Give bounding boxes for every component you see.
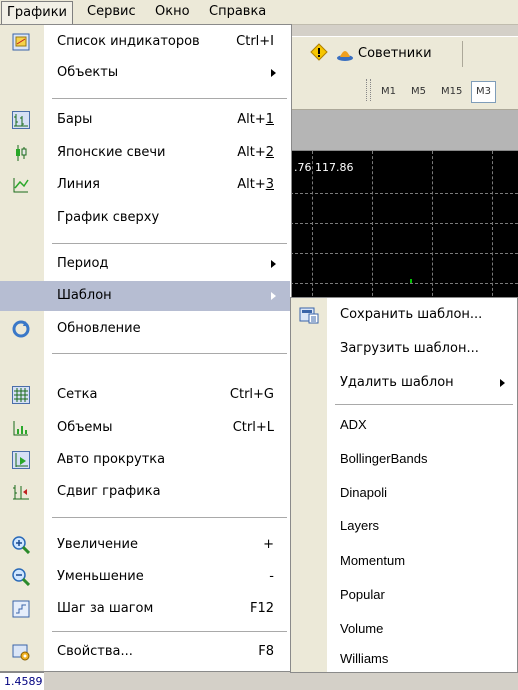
- volumes-icon: [12, 419, 30, 437]
- menu-item-template[interactable]: Шаблон: [0, 281, 290, 311]
- experts-button[interactable]: Советники: [336, 43, 456, 65]
- menu-item-properties[interactable]: Свойства... F8: [0, 637, 290, 667]
- grid-icon: [12, 386, 30, 404]
- chart-tick: [410, 279, 412, 283]
- menu-separator: [52, 631, 287, 632]
- menu-item-autoscroll[interactable]: Авто прокрутка: [0, 445, 290, 475]
- properties-icon: [12, 643, 30, 661]
- menu-charts[interactable]: Графики: [1, 1, 74, 25]
- warning-icon[interactable]: [310, 43, 328, 65]
- chart-shift-icon: [12, 483, 30, 501]
- menu-item-objects[interactable]: Объекты: [0, 58, 290, 88]
- expert-hat-icon: [337, 51, 353, 61]
- autoscroll-icon: [12, 451, 30, 469]
- menu-item-chart-shift[interactable]: Сдвиг графика: [0, 477, 290, 507]
- menu-separator: [52, 98, 287, 99]
- chart-price-labels: .76 117.86: [294, 161, 354, 174]
- period-m15[interactable]: M15: [436, 81, 467, 103]
- submenu-arrow-icon: [271, 292, 276, 300]
- candles-icon: [12, 144, 30, 162]
- chart-window-title: [290, 110, 518, 151]
- bars-icon: [12, 111, 30, 129]
- menu-separator: [52, 517, 287, 518]
- menu-item-period[interactable]: Период: [0, 249, 290, 279]
- charts-menu: Список индикаторов Ctrl+I Объекты Бары A…: [0, 24, 292, 672]
- period-m5[interactable]: M5: [406, 81, 431, 103]
- main-toolbar: Советники: [290, 36, 518, 72]
- template-item[interactable]: Layers: [291, 511, 517, 541]
- period-m30[interactable]: M3: [471, 81, 496, 103]
- menu-item-candles[interactable]: Японские свечи Alt+2: [0, 138, 290, 168]
- submenu-arrow-icon: [500, 379, 505, 387]
- zoom-out-icon: [12, 568, 31, 587]
- menu-item-zoom-in[interactable]: Увеличение +: [0, 530, 290, 560]
- menu-item-volumes[interactable]: Объемы Ctrl+L: [0, 413, 290, 443]
- menu-item-line[interactable]: Линия Alt+3: [0, 170, 290, 200]
- period-toolbar: M1 M5 M15 M3: [290, 71, 518, 110]
- submenu-item-save-template[interactable]: Сохранить шаблон...: [291, 300, 517, 330]
- refresh-icon: [12, 320, 30, 338]
- toolbar-divider: [462, 41, 463, 67]
- menu-separator: [52, 353, 287, 354]
- submenu-item-load-template[interactable]: Загрузить шаблон...: [291, 334, 517, 364]
- template-item[interactable]: Volume: [291, 614, 517, 644]
- menu-item-grid[interactable]: Сетка Ctrl+G: [0, 380, 290, 410]
- template-item[interactable]: ADX: [291, 410, 517, 440]
- save-template-icon: [299, 306, 319, 324]
- submenu-item-delete-template[interactable]: Удалить шаблон: [291, 368, 517, 398]
- menu-window[interactable]: Окно: [150, 2, 195, 21]
- toolbar-grip: [366, 79, 371, 101]
- submenu-arrow-icon: [271, 260, 276, 268]
- price-label: 1.4589: [0, 672, 44, 690]
- step-icon: [12, 600, 30, 618]
- template-item[interactable]: Momentum: [291, 546, 517, 576]
- menu-item-step[interactable]: Шаг за шагом F12: [0, 594, 290, 624]
- template-item[interactable]: Popular: [291, 580, 517, 610]
- menu-item-refresh[interactable]: Обновление: [0, 314, 290, 344]
- template-submenu: Сохранить шаблон... Загрузить шаблон... …: [290, 297, 518, 673]
- line-chart-icon: [12, 176, 30, 194]
- menu-separator: [52, 243, 287, 244]
- submenu-arrow-icon: [271, 69, 276, 77]
- menu-item-indicators-list[interactable]: Список индикаторов Ctrl+I: [0, 27, 290, 57]
- menu-item-zoom-out[interactable]: Уменьшение -: [0, 562, 290, 592]
- indicators-list-icon: [12, 33, 30, 51]
- submenu-separator: [335, 404, 513, 405]
- menu-item-bars[interactable]: Бары Alt+1: [0, 105, 290, 135]
- template-item[interactable]: BollingerBands: [291, 444, 517, 474]
- template-item[interactable]: Williams: [291, 644, 517, 674]
- chart-area[interactable]: .76 117.86: [290, 151, 518, 301]
- zoom-in-icon: [12, 536, 31, 555]
- menu-service[interactable]: Сервис: [82, 2, 141, 21]
- experts-label: Советники: [358, 46, 432, 61]
- menubar: Графики Сервис Окно Справка: [0, 0, 518, 25]
- menu-item-chart-on-top[interactable]: График сверху: [0, 203, 290, 233]
- template-item[interactable]: Dinapoli: [291, 478, 517, 508]
- menu-help[interactable]: Справка: [204, 2, 271, 21]
- period-m1[interactable]: M1: [376, 81, 401, 103]
